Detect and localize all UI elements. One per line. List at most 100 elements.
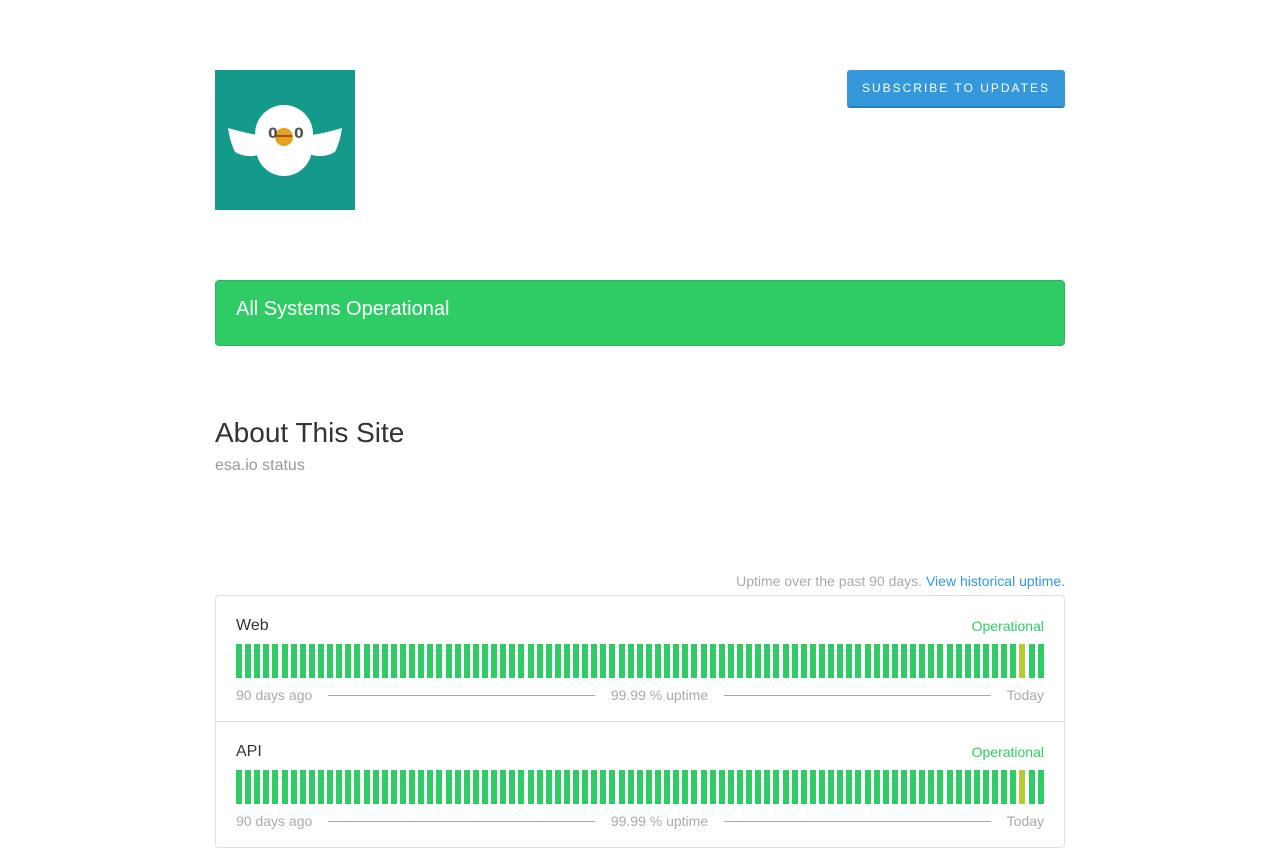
uptime-day-bar[interactable] (673, 770, 680, 804)
uptime-day-bar[interactable] (882, 770, 889, 804)
uptime-day-bar[interactable] (573, 770, 580, 804)
uptime-day-bar[interactable] (1010, 644, 1017, 678)
uptime-day-bar[interactable] (864, 770, 871, 804)
uptime-day-bar[interactable] (536, 770, 543, 804)
uptime-day-bar[interactable] (645, 644, 652, 678)
uptime-day-bar[interactable] (281, 770, 288, 804)
uptime-day-bar[interactable] (746, 770, 753, 804)
uptime-day-bar[interactable] (600, 770, 607, 804)
uptime-day-bar[interactable] (390, 770, 397, 804)
uptime-day-bar[interactable] (992, 770, 999, 804)
uptime-day-bar[interactable] (1037, 644, 1044, 678)
uptime-day-bar[interactable] (764, 644, 771, 678)
uptime-day-bar[interactable] (727, 770, 734, 804)
uptime-day-bar[interactable] (472, 770, 479, 804)
uptime-day-bar[interactable] (591, 770, 598, 804)
uptime-day-bar[interactable] (427, 770, 434, 804)
uptime-day-bar[interactable] (463, 770, 470, 804)
uptime-day-bar[interactable] (272, 644, 279, 678)
uptime-day-bar[interactable] (263, 770, 270, 804)
uptime-day-bar[interactable] (573, 644, 580, 678)
uptime-day-bar[interactable] (563, 644, 570, 678)
uptime-day-bar[interactable] (554, 644, 561, 678)
uptime-day-bar[interactable] (828, 644, 835, 678)
uptime-day-bar[interactable] (755, 770, 762, 804)
uptime-day-bar[interactable] (272, 770, 279, 804)
uptime-day-bar[interactable] (737, 770, 744, 804)
uptime-day-bar[interactable] (691, 644, 698, 678)
uptime-day-bar[interactable] (409, 770, 416, 804)
uptime-day-bar[interactable] (618, 644, 625, 678)
uptime-day-bar[interactable] (354, 644, 361, 678)
uptime-day-bar[interactable] (290, 644, 297, 678)
uptime-day-bar[interactable] (345, 644, 352, 678)
uptime-day-bar[interactable] (709, 770, 716, 804)
uptime-day-bar[interactable] (409, 644, 416, 678)
uptime-day-bar[interactable] (946, 644, 953, 678)
uptime-day-bar[interactable] (445, 770, 452, 804)
uptime-day-bar[interactable] (609, 770, 616, 804)
uptime-day-bar[interactable] (299, 644, 306, 678)
uptime-day-bar[interactable] (345, 770, 352, 804)
uptime-day-bar[interactable] (973, 770, 980, 804)
uptime-day-bar[interactable] (891, 770, 898, 804)
uptime-day-bar[interactable] (800, 770, 807, 804)
uptime-day-bar[interactable] (919, 644, 926, 678)
uptime-day-bar[interactable] (1010, 770, 1017, 804)
uptime-day-bar[interactable] (673, 644, 680, 678)
uptime-day-bar[interactable] (491, 644, 498, 678)
uptime-day-bar[interactable] (627, 644, 634, 678)
uptime-day-bar[interactable] (481, 770, 488, 804)
uptime-day-bar[interactable] (518, 644, 525, 678)
uptime-day-bar[interactable] (791, 644, 798, 678)
uptime-day-bar[interactable] (399, 644, 406, 678)
uptime-day-bar[interactable] (618, 770, 625, 804)
uptime-day-bar[interactable] (755, 644, 762, 678)
uptime-day-bar[interactable] (928, 644, 935, 678)
uptime-day-bar[interactable] (1019, 644, 1026, 678)
uptime-day-bar[interactable] (645, 770, 652, 804)
uptime-day-bar[interactable] (727, 644, 734, 678)
uptime-day-bar[interactable] (445, 644, 452, 678)
uptime-day-bar[interactable] (828, 770, 835, 804)
uptime-day-bar[interactable] (819, 770, 825, 804)
uptime-day-bar[interactable] (764, 770, 771, 804)
uptime-day-bar[interactable] (399, 770, 406, 804)
uptime-day-bar[interactable] (864, 644, 871, 678)
uptime-day-bar[interactable] (609, 644, 616, 678)
uptime-day-bar[interactable] (855, 644, 862, 678)
uptime-day-bar[interactable] (236, 644, 242, 678)
uptime-day-bar[interactable] (290, 770, 297, 804)
uptime-day-bar[interactable] (236, 770, 242, 804)
uptime-day-bar[interactable] (773, 770, 780, 804)
uptime-day-bar[interactable] (937, 644, 944, 678)
uptime-day-bar[interactable] (928, 770, 935, 804)
uptime-day-bar[interactable] (418, 644, 425, 678)
uptime-day-bar[interactable] (837, 644, 844, 678)
uptime-day-bar[interactable] (1019, 770, 1026, 804)
uptime-day-bar[interactable] (245, 644, 252, 678)
uptime-day-bar[interactable] (900, 644, 907, 678)
uptime-day-bar[interactable] (709, 644, 716, 678)
uptime-day-bar[interactable] (992, 644, 999, 678)
uptime-day-bar[interactable] (682, 644, 689, 678)
uptime-day-bar[interactable] (327, 644, 334, 678)
uptime-day-bar[interactable] (536, 644, 543, 678)
uptime-day-bar[interactable] (891, 644, 898, 678)
uptime-day-bar[interactable] (563, 770, 570, 804)
uptime-day-bar[interactable] (1028, 770, 1035, 804)
uptime-day-bar[interactable] (1037, 770, 1044, 804)
uptime-day-bar[interactable] (873, 770, 880, 804)
uptime-day-bar[interactable] (463, 644, 470, 678)
uptime-day-bar[interactable] (718, 770, 725, 804)
uptime-day-bar[interactable] (554, 770, 561, 804)
uptime-day-bar[interactable] (381, 644, 388, 678)
uptime-day-bar[interactable] (491, 770, 498, 804)
uptime-day-bar[interactable] (973, 644, 980, 678)
uptime-day-bar[interactable] (809, 770, 816, 804)
uptime-day-bar[interactable] (317, 644, 324, 678)
subscribe-button[interactable]: SUBSCRIBE TO UPDATES (846, 70, 1065, 108)
uptime-day-bar[interactable] (919, 770, 926, 804)
uptime-day-bar[interactable] (591, 644, 598, 678)
uptime-day-bar[interactable] (354, 770, 361, 804)
